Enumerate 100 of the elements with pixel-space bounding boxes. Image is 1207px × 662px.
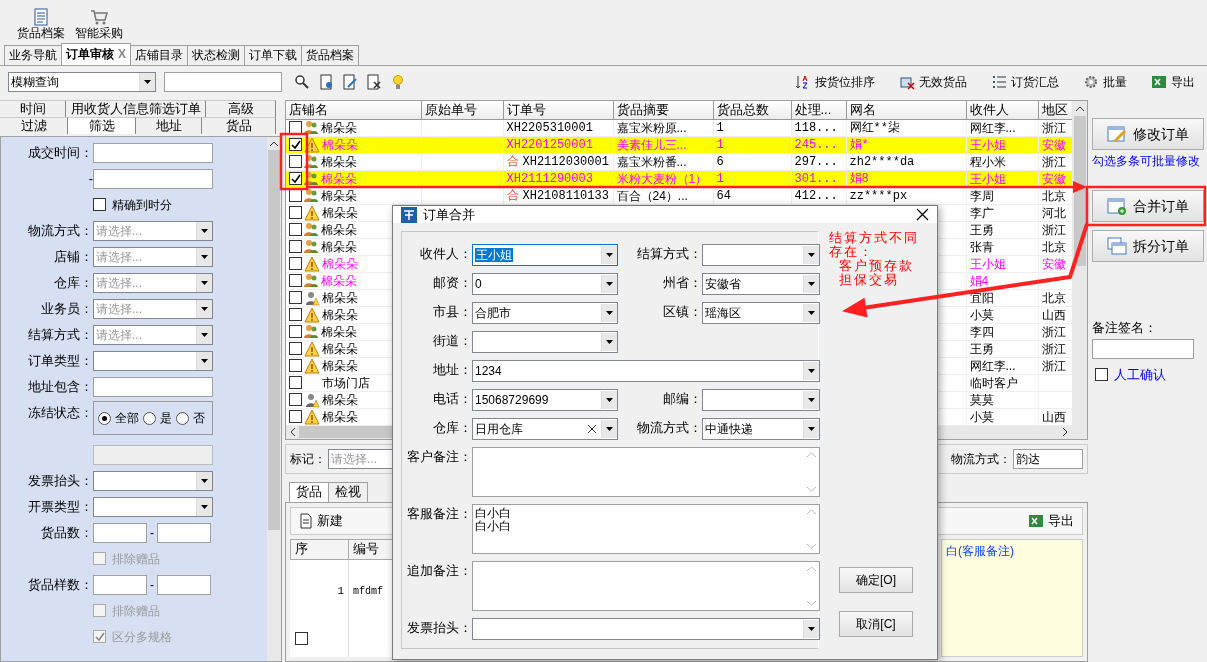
scrollbar[interactable] xyxy=(267,137,281,661)
dropdown[interactable]: 1234 xyxy=(472,360,820,382)
toolbar-button[interactable]: 订货汇总 xyxy=(987,72,1063,92)
text-field[interactable] xyxy=(1092,339,1194,359)
toolbar-button[interactable]: 导出 xyxy=(1020,511,1082,531)
tab[interactable]: 检视 xyxy=(328,482,368,502)
cancel-button[interactable]: 取消[C] xyxy=(839,611,913,637)
dropdown[interactable] xyxy=(93,471,213,491)
checkbox[interactable] xyxy=(1095,368,1108,382)
scrollbar[interactable] xyxy=(1072,101,1087,439)
delete-icon[interactable] xyxy=(366,74,382,90)
checkbox[interactable] xyxy=(289,393,302,406)
checkbox[interactable] xyxy=(289,155,302,168)
tab[interactable]: 业务导航 xyxy=(4,45,62,65)
checkbox-label: 排除赠品 xyxy=(112,603,160,619)
checkbox[interactable] xyxy=(289,206,302,219)
tab[interactable]: 高级 xyxy=(206,100,276,117)
checkbox[interactable] xyxy=(289,240,302,253)
button[interactable]: 修改订单 xyxy=(1092,118,1204,150)
text-field[interactable] xyxy=(157,575,211,595)
toolbar-button[interactable]: 智能采购 xyxy=(72,8,126,40)
search-field[interactable] xyxy=(164,72,282,92)
lightbulb-icon[interactable] xyxy=(390,74,406,90)
column-header[interactable]: 网名 xyxy=(846,101,966,119)
checkbox[interactable] xyxy=(289,257,302,270)
close-icon[interactable] xyxy=(916,208,929,221)
tab[interactable]: 筛选 xyxy=(68,117,136,134)
checkbox[interactable] xyxy=(93,198,106,212)
dropdown[interactable] xyxy=(702,244,820,266)
radio-button[interactable] xyxy=(98,411,111,425)
ok-button[interactable]: 确定[O] xyxy=(839,567,913,593)
text-field[interactable] xyxy=(93,143,213,163)
tab[interactable]: 订单审核 X xyxy=(61,43,131,65)
dropdown[interactable]: 日用仓库 xyxy=(472,418,618,440)
text-field[interactable] xyxy=(93,169,213,189)
checkbox-label[interactable]: 人工确认 xyxy=(1114,367,1166,383)
toolbar-button[interactable]: 按货位排序 xyxy=(791,72,879,92)
text-field[interactable] xyxy=(93,523,147,543)
dropdown[interactable]: 合肥市 xyxy=(472,302,618,324)
checkbox[interactable] xyxy=(289,274,302,287)
dropdown[interactable]: 15068729699 xyxy=(472,389,618,411)
radio-button[interactable] xyxy=(176,411,189,425)
tab-close[interactable]: X xyxy=(118,47,126,62)
text-area[interactable] xyxy=(472,561,820,611)
checkbox[interactable] xyxy=(289,410,302,423)
dropdown[interactable]: 中通快递 xyxy=(702,418,820,440)
dropdown[interactable] xyxy=(702,389,820,411)
dropdown[interactable]: 王小姐 xyxy=(472,244,618,266)
text-field[interactable] xyxy=(93,377,213,397)
toolbar-button[interactable]: 导出 xyxy=(1147,72,1199,92)
radio-button[interactable] xyxy=(143,411,156,425)
column-header[interactable]: 订单号 xyxy=(503,101,613,119)
tab[interactable]: 用收货人信息筛选订单 xyxy=(66,100,206,117)
store-name: 棉朵朵 xyxy=(321,323,357,339)
text-field[interactable]: 韵达 xyxy=(1013,449,1083,469)
dropdown[interactable] xyxy=(93,351,213,371)
text-field[interactable] xyxy=(157,523,211,543)
button[interactable]: 拆分订单 xyxy=(1092,230,1204,263)
document-icon[interactable] xyxy=(318,74,334,90)
checkbox[interactable] xyxy=(289,223,302,236)
dropdown[interactable] xyxy=(93,497,213,517)
tab[interactable]: 过滤 xyxy=(0,117,68,134)
column-header[interactable]: 处理... xyxy=(791,101,846,119)
tab[interactable]: 货品 xyxy=(289,482,329,502)
text-area[interactable] xyxy=(472,447,820,497)
search-mode-dropdown[interactable]: 模糊查询 xyxy=(8,72,156,92)
dropdown[interactable] xyxy=(472,331,618,353)
checkbox[interactable] xyxy=(289,291,302,304)
column-header[interactable]: 货品总数 xyxy=(713,101,791,119)
column-header[interactable]: 序 xyxy=(290,539,349,560)
checkbox[interactable] xyxy=(289,172,302,185)
dropdown[interactable]: 0 xyxy=(472,273,618,295)
column-header[interactable]: 收件人 xyxy=(966,101,1038,119)
column-header[interactable]: 地区 xyxy=(1038,101,1072,119)
checkbox[interactable] xyxy=(294,632,308,646)
checkbox[interactable] xyxy=(289,138,302,151)
dropdown[interactable]: 安徽省 xyxy=(702,273,820,295)
toolbar-button[interactable]: 货品档案 xyxy=(14,8,68,40)
toolbar-button[interactable]: 无效货品 xyxy=(895,72,971,92)
column-header[interactable]: 店铺名 xyxy=(286,101,421,119)
toolbar-button[interactable]: 批量 xyxy=(1079,72,1131,92)
toolbar-button[interactable]: 新建 xyxy=(291,511,351,531)
edit-icon[interactable] xyxy=(342,74,358,90)
checkbox[interactable] xyxy=(289,308,302,321)
tab[interactable]: 时间 xyxy=(0,100,66,117)
tab[interactable]: 货品档案 xyxy=(301,45,359,65)
button[interactable]: 合并订单 xyxy=(1092,190,1204,223)
checkbox[interactable] xyxy=(289,325,302,338)
search-icon[interactable] xyxy=(294,74,310,90)
text-field[interactable] xyxy=(93,575,147,595)
text-area[interactable]: 白小白 白小白 xyxy=(472,504,820,554)
tab[interactable]: 货品 xyxy=(202,117,276,134)
dropdown[interactable] xyxy=(472,618,820,640)
tab[interactable]: 地址 xyxy=(136,117,202,134)
dropdown[interactable]: 瑶海区 xyxy=(702,302,820,324)
checkbox[interactable] xyxy=(289,376,302,389)
column-header[interactable]: 货品摘要 xyxy=(613,101,713,119)
checkbox[interactable] xyxy=(289,342,302,355)
checkbox[interactable] xyxy=(289,359,302,372)
column-header[interactable]: 原始单号 xyxy=(421,101,503,119)
